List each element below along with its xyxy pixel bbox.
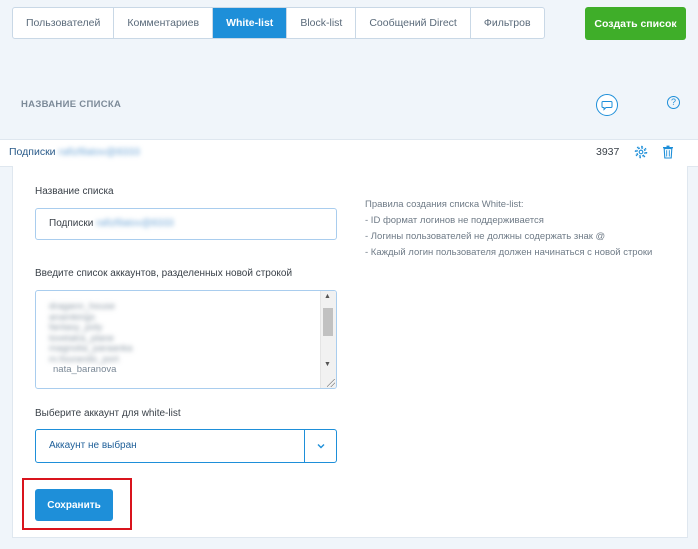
scrollbar-thumb[interactable] <box>323 308 333 336</box>
tab-white-list[interactable]: White-list <box>213 8 288 38</box>
account-line: dragann_house <box>49 301 116 312</box>
accounts-label: Введите список аккаунтов, разделенных но… <box>35 268 293 279</box>
tab-direct-messages[interactable]: Сообщений Direct <box>356 8 471 38</box>
rule-item: - Каждый логин пользователя должен начин… <box>365 247 653 258</box>
list-row-name-blurred: rafizfilatov@8333 <box>58 146 140 158</box>
scroll-down-icon[interactable]: ▼ <box>324 361 331 368</box>
account-select-value: Аккаунт не выбран <box>49 440 137 451</box>
list-row-name: Подписки rafizfilatov@8333 <box>9 146 140 158</box>
accounts-textarea[interactable]: dragann_house anamkings fantasy_poly lov… <box>35 290 337 389</box>
list-name-value-blurred: rafizfilatov@8333 <box>96 218 174 229</box>
list-row-name-prefix: Подписки <box>9 146 56 158</box>
tab-filters[interactable]: Фильтров <box>471 8 544 38</box>
list-type-tabs: Пользователей Комментариев White-list Bl… <box>12 7 545 39</box>
account-line: magnolia_paraanka <box>49 343 133 354</box>
account-select-label: Выберите аккаунт для white-list <box>35 408 181 419</box>
white-list-rules: Правила создания списка White-list: - ID… <box>365 197 652 261</box>
select-divider <box>304 430 305 462</box>
help-icon[interactable]: ? <box>667 96 680 109</box>
chat-icon[interactable] <box>596 94 618 116</box>
accounts-lines: dragann_house anamkings fantasy_poly lov… <box>36 301 133 376</box>
rule-item: - ID формат логинов не поддерживается <box>365 215 544 226</box>
scroll-up-icon[interactable]: ▲ <box>324 293 331 300</box>
chat-bubble-icon <box>601 100 613 111</box>
gear-icon[interactable] <box>634 145 648 159</box>
rules-title: Правила создания списка White-list: <box>365 199 524 210</box>
list-row-count: 3937 <box>596 146 620 158</box>
trash-icon[interactable] <box>662 145 674 159</box>
tab-users[interactable]: Пользователей <box>13 8 115 38</box>
list-name-label: Название списка <box>35 186 114 197</box>
account-line: fantasy_poly <box>49 322 103 333</box>
list-name-input[interactable]: Подписки rafizfilatov@8333 <box>35 208 337 240</box>
account-line: m.fourando_port <box>49 353 119 365</box>
account-select[interactable]: Аккаунт не выбран <box>35 429 337 463</box>
create-list-button[interactable]: Создать список <box>585 7 686 40</box>
rule-item: - Логины пользователей не должны содержа… <box>365 231 606 242</box>
textarea-scrollbar[interactable]: ▲ ▼ <box>320 291 336 388</box>
save-button[interactable]: Сохранить <box>35 489 113 521</box>
tab-block-list[interactable]: Block-list <box>287 8 357 38</box>
account-line-last: nata_baranova <box>53 364 117 375</box>
tab-comments[interactable]: Комментариев <box>114 8 214 38</box>
section-title: НАЗВАНИЕ СПИСКА <box>21 99 122 110</box>
list-row[interactable]: Подписки rafizfilatov@8333 3937 <box>0 139 698 167</box>
list-name-value-prefix: Подписки <box>49 218 94 229</box>
resize-grip-icon[interactable] <box>327 379 335 387</box>
chevron-down-icon[interactable] <box>316 441 326 451</box>
